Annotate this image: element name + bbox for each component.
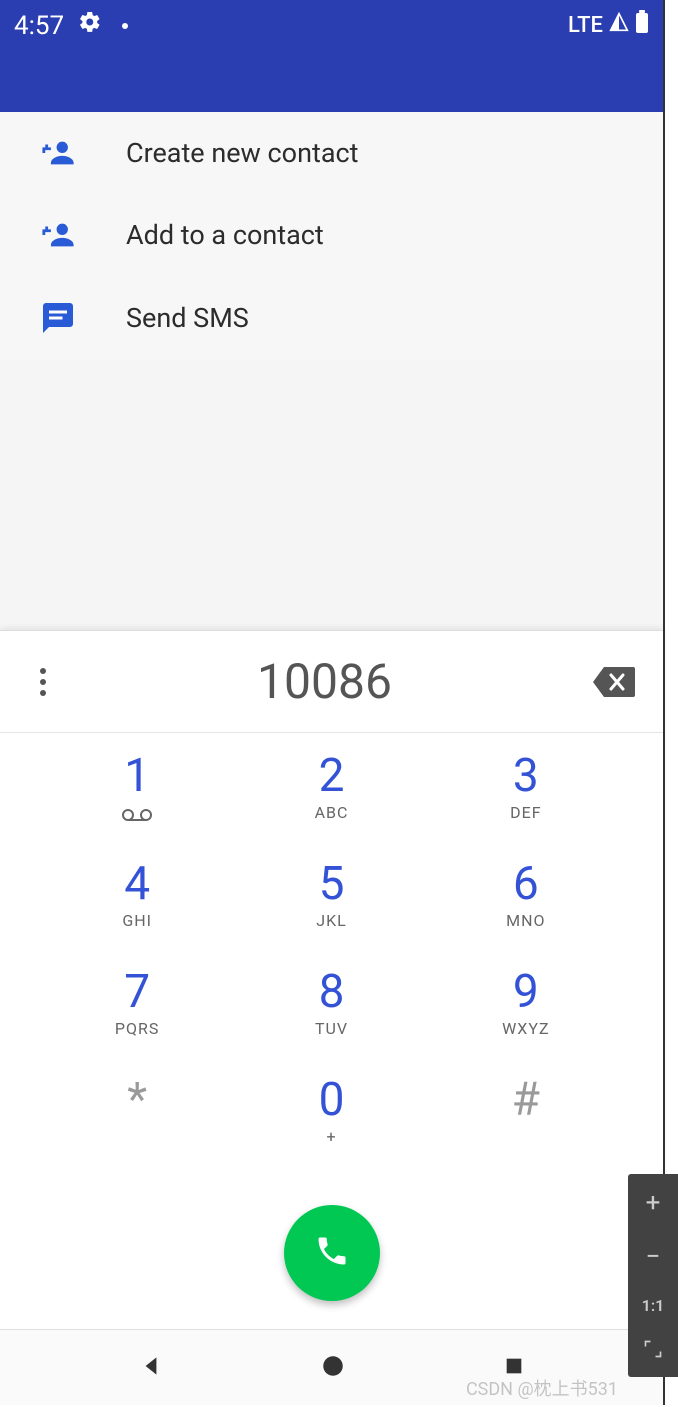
key-digit: *: [127, 1077, 147, 1123]
key-digit: 7: [124, 969, 150, 1015]
key-letters: TUV: [315, 1019, 348, 1038]
keypad: 1 2 ABC 3 DEF 4 GHI 5 JKL 6: [0, 733, 663, 1195]
key-1[interactable]: 1: [40, 753, 234, 861]
emulator-toolbar: + − 1:1: [628, 1174, 678, 1377]
battery-icon: [635, 10, 649, 40]
action-label: Add to a contact: [126, 219, 324, 251]
key-letters: JKL: [316, 911, 346, 930]
more-options-button[interactable]: [28, 668, 58, 696]
call-button[interactable]: [284, 1205, 380, 1301]
key-digit: 5: [319, 861, 345, 907]
phone-icon: [314, 1233, 350, 1273]
key-digit: 9: [513, 969, 539, 1015]
action-create-contact[interactable]: Create new contact: [0, 112, 663, 194]
key-digit: 1: [124, 753, 150, 799]
backspace-button[interactable]: [591, 665, 635, 699]
nav-back-button[interactable]: [138, 1353, 164, 1383]
key-digit: 3: [513, 753, 539, 799]
key-letters: WXYZ: [502, 1019, 549, 1038]
key-letters: MNO: [506, 911, 545, 930]
key-letters: GHI: [122, 911, 152, 930]
status-time: 4:57: [14, 11, 64, 41]
key-digit: #: [512, 1077, 540, 1123]
key-9[interactable]: 9 WXYZ: [429, 969, 623, 1077]
key-digit: 8: [319, 969, 345, 1015]
action-list: Create new contact Add to a contact Send…: [0, 112, 663, 360]
key-6[interactable]: 6 MNO: [429, 861, 623, 969]
fullscreen-button[interactable]: [643, 1339, 663, 1363]
key-8[interactable]: 8 TUV: [234, 969, 428, 1077]
key-0[interactable]: 0 +: [234, 1077, 428, 1185]
zoom-in-button[interactable]: +: [646, 1188, 661, 1218]
action-label: Send SMS: [126, 302, 249, 334]
key-5[interactable]: 5 JKL: [234, 861, 428, 969]
watermark: CSDN @枕上书531: [466, 1375, 618, 1401]
action-send-sms[interactable]: Send SMS: [0, 276, 663, 360]
settings-icon: [78, 10, 102, 41]
zoom-out-button[interactable]: −: [646, 1242, 661, 1272]
key-star[interactable]: *: [40, 1077, 234, 1185]
status-bar: 4:57 LTE: [0, 0, 663, 112]
voicemail-icon: [122, 803, 152, 827]
action-add-to-contact[interactable]: Add to a contact: [0, 194, 663, 276]
entered-number: 10086: [58, 653, 591, 710]
key-letters: DEF: [510, 803, 541, 822]
key-letters: +: [326, 1127, 336, 1146]
person-add-icon: [36, 136, 80, 170]
action-label: Create new contact: [126, 137, 358, 169]
sms-icon: [36, 300, 80, 336]
person-add-icon: [36, 218, 80, 252]
key-letters: ABC: [315, 803, 349, 822]
key-digit: 4: [124, 861, 150, 907]
signal-icon: [609, 12, 629, 38]
key-digit: 2: [319, 753, 345, 799]
number-display: 10086: [0, 631, 663, 733]
key-hash[interactable]: #: [429, 1077, 623, 1185]
zoom-ratio-button[interactable]: 1:1: [642, 1296, 665, 1315]
key-2[interactable]: 2 ABC: [234, 753, 428, 861]
dialer-panel: 10086 1 2 ABC 3 DEF 4 GHI: [0, 630, 663, 1329]
network-label: LTE: [568, 13, 603, 38]
key-digit: 6: [513, 861, 539, 907]
key-7[interactable]: 7 PQRS: [40, 969, 234, 1077]
key-letters: PQRS: [115, 1019, 159, 1038]
nav-home-button[interactable]: [320, 1353, 346, 1383]
key-3[interactable]: 3 DEF: [429, 753, 623, 861]
key-4[interactable]: 4 GHI: [40, 861, 234, 969]
key-digit: 0: [319, 1077, 345, 1123]
status-dot-icon: [122, 23, 128, 29]
